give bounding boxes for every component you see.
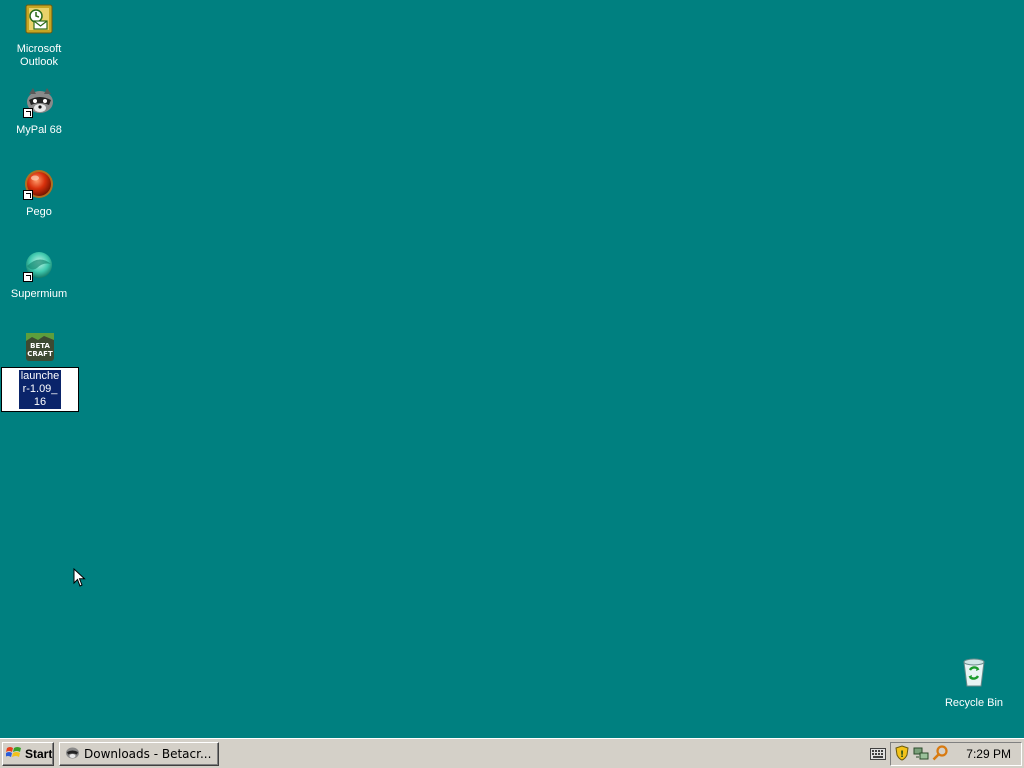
desktop-icon-mypal[interactable]: MyPal 68	[0, 86, 78, 137]
shortcut-arrow-icon	[23, 108, 33, 118]
mouse-cursor-icon	[73, 567, 86, 591]
desktop-icon-betacraft-launcher[interactable]: BETA CRAFT launcher-1.09_16	[1, 331, 79, 412]
supermium-icon	[23, 250, 55, 282]
start-button[interactable]: Start	[2, 742, 54, 766]
desktop[interactable]: Microsoft Outlook MyPal 68 Pego Supermiu…	[0, 0, 1024, 738]
recycle-bin-icon	[958, 656, 990, 688]
security-shield-icon[interactable]: !	[894, 744, 910, 764]
desktop-icon-label: MyPal 68	[16, 124, 62, 136]
desktop-icon-label[interactable]: launcher-1.09_16	[19, 370, 61, 409]
mypal-raccoon-icon	[23, 86, 55, 118]
taskbar-button-downloads[interactable]: Downloads - Betacr...	[59, 742, 219, 766]
betacraft-icon: BETA CRAFT	[24, 331, 56, 363]
desktop-icon-recycle-bin[interactable]: Recycle Bin	[935, 656, 1013, 710]
windows-flag-icon	[5, 746, 22, 763]
shortcut-arrow-icon	[23, 272, 33, 282]
outlook-icon	[23, 4, 55, 36]
network-icon[interactable]	[913, 745, 929, 764]
taskbar: Start Downloads - Betacr... ! 7:29 PM	[0, 738, 1024, 768]
desktop-icon-pego[interactable]: Pego	[0, 168, 78, 219]
keyboard-icon[interactable]	[870, 748, 886, 763]
desktop-icon-outlook[interactable]: Microsoft Outlook	[0, 4, 78, 69]
mypal-raccoon-icon	[64, 745, 80, 764]
system-tray: ! 7:29 PM	[890, 742, 1022, 766]
search-key-icon[interactable]	[932, 744, 948, 764]
start-label: Start	[25, 747, 53, 761]
desktop-icon-label: Supermium	[10, 288, 68, 300]
selected-label-box: launcher-1.09_16	[1, 367, 79, 412]
desktop-icon-label: Pego	[26, 206, 52, 218]
desktop-icon-label: Recycle Bin	[944, 697, 1004, 709]
betacraft-logo-text: BETA	[30, 342, 50, 350]
svg-text:!: !	[900, 750, 904, 760]
taskbar-button-label: Downloads - Betacr...	[84, 747, 212, 761]
desktop-icon-label: Microsoft Outlook	[16, 43, 62, 68]
desktop-icon-supermium[interactable]: Supermium	[0, 250, 78, 301]
shortcut-arrow-icon	[23, 190, 33, 200]
taskbar-clock[interactable]: 7:29 PM	[966, 747, 1011, 761]
betacraft-logo-text: CRAFT	[27, 350, 53, 358]
pego-red-sphere-icon	[23, 168, 55, 200]
